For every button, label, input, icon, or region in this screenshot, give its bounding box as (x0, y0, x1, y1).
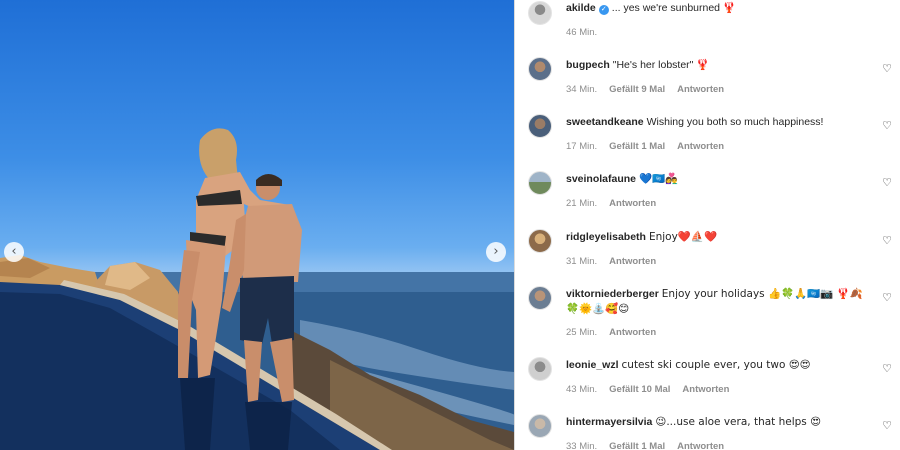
verified-badge-icon: ✓ (598, 5, 609, 15)
comment-text: cutest ski couple ever, you two 😍😍 (621, 359, 811, 371)
comment-meta: 17 Min. Gefällt 1 Mal Antworten (566, 141, 736, 152)
comment-likes[interactable]: Gefällt 10 Mal (609, 384, 670, 395)
reply-button[interactable]: Antworten (677, 141, 724, 152)
comment-body: sveinolafaune 💙🇺🇳👩‍❤️‍👨 (566, 172, 871, 187)
comment-body: leonie_wzl cutest ski couple ever, you tw… (566, 358, 871, 373)
avatar[interactable] (528, 414, 552, 438)
post-photo: ‹ › (0, 0, 514, 450)
comment-time[interactable]: 34 Min. (566, 84, 597, 95)
comment-username[interactable]: sweetandkeane (566, 116, 644, 128)
comment-text: 💙🇺🇳👩‍❤️‍👨 (639, 173, 679, 185)
previous-photo-button[interactable]: ‹ (4, 242, 24, 262)
avatar[interactable] (528, 1, 552, 25)
comment-username[interactable]: hintermayersilvia (566, 416, 652, 428)
chevron-left-icon: ‹ (11, 244, 17, 259)
avatar[interactable] (528, 357, 552, 381)
chevron-right-icon: › (493, 244, 499, 259)
like-heart-icon[interactable]: ♡ (881, 63, 893, 75)
comment-username[interactable]: ridgleyelisabeth (566, 231, 646, 243)
comment-time[interactable]: 31 Min. (566, 256, 597, 267)
comment-body: hintermayersilvia 😉...use aloe vera, that… (566, 415, 871, 430)
comment-meta: 25 Min. Antworten (566, 327, 668, 338)
avatar[interactable] (528, 286, 552, 310)
comment-meta: 31 Min. Antworten (566, 256, 668, 267)
comment-body: bugpech "He's her lobster" 🦞 (566, 58, 871, 73)
reply-button[interactable]: Antworten (609, 198, 656, 209)
reply-button[interactable]: Antworten (609, 327, 656, 338)
comment-meta: 34 Min. Gefällt 9 Mal Antworten (566, 84, 736, 95)
comment-text: "He's her lobster" 🦞 (612, 59, 710, 71)
comment-username[interactable]: bugpech (566, 59, 610, 71)
comment-body: akilde ✓... yes we're sunburned 🦞 (566, 1, 871, 16)
like-heart-icon[interactable]: ♡ (881, 420, 893, 432)
reply-button[interactable]: Antworten (682, 384, 729, 395)
comment-meta: 33 Min. Gefällt 1 Mal Antworten (566, 441, 736, 450)
comment-text: ... yes we're sunburned 🦞 (611, 2, 737, 14)
comments-panel: akilde ✓... yes we're sunburned 🦞 46 Min.… (515, 0, 900, 450)
reply-button[interactable]: Antworten (677, 441, 724, 450)
like-heart-icon[interactable]: ♡ (881, 235, 893, 247)
reply-button[interactable]: Antworten (677, 84, 724, 95)
avatar[interactable] (528, 229, 552, 253)
like-heart-icon[interactable]: ♡ (881, 177, 893, 189)
comment-likes[interactable]: Gefällt 9 Mal (609, 84, 665, 95)
comment-text: Wishing you both so much happiness! (646, 116, 824, 128)
comment-meta: 21 Min. Antworten (566, 198, 668, 209)
comment-body: viktorniederberger Enjoy your holidays 👍🍀… (566, 287, 866, 317)
comment-likes[interactable]: Gefällt 1 Mal (609, 441, 665, 450)
comment-username[interactable]: viktorniederberger (566, 288, 659, 300)
comment-username[interactable]: leonie_wzl (566, 359, 619, 371)
comment-meta: 46 Min. (566, 27, 609, 38)
photo-scene (0, 128, 514, 450)
comment-body: sweetandkeane Wishing you both so much ha… (566, 115, 871, 130)
like-heart-icon[interactable]: ♡ (881, 292, 893, 304)
comment-meta: 43 Min. Gefällt 10 Mal Antworten (566, 384, 741, 395)
like-heart-icon[interactable]: ♡ (881, 120, 893, 132)
comment-text: 😉...use aloe vera, that helps 😍 (655, 416, 822, 428)
like-heart-icon[interactable]: ♡ (881, 363, 893, 375)
comment-time[interactable]: 46 Min. (566, 27, 597, 38)
avatar[interactable] (528, 171, 552, 195)
comment-time[interactable]: 17 Min. (566, 141, 597, 152)
next-photo-button[interactable]: › (486, 242, 506, 262)
comment-body: ridgleyelisabeth Enjoy❤️⛵❤️ (566, 230, 871, 245)
comment-time[interactable]: 25 Min. (566, 327, 597, 338)
comment-text: Enjoy❤️⛵❤️ (648, 231, 718, 243)
comment-time[interactable]: 21 Min. (566, 198, 597, 209)
comment-time[interactable]: 43 Min. (566, 384, 597, 395)
comment-likes[interactable]: Gefällt 1 Mal (609, 141, 665, 152)
avatar[interactable] (528, 114, 552, 138)
reply-button[interactable]: Antworten (609, 256, 656, 267)
comment-username[interactable]: akilde (566, 2, 596, 14)
avatar[interactable] (528, 57, 552, 81)
comment-username[interactable]: sveinolafaune (566, 173, 636, 185)
comment-time[interactable]: 33 Min. (566, 441, 597, 450)
